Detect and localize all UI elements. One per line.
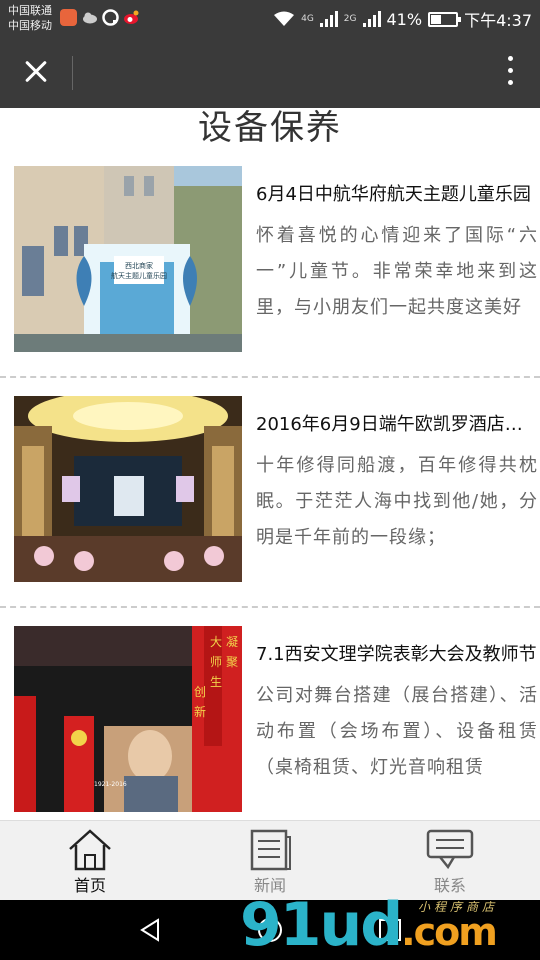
article-item[interactable]: 1921-2016 大 师 生 凝 聚 创 新 7.1西安文理学院表彰大会及教师… [0,608,540,820]
close-button[interactable] [18,54,54,90]
heart-app-icon [60,9,77,26]
section-title: 设备保养 [198,108,342,148]
carrier-2: 中国移动 [8,19,52,32]
watermark-suffix: .com [401,910,498,954]
svg-text:航天主题儿童乐园: 航天主题儿童乐园 [111,271,167,280]
status-right: 4G 2G 41% 下午4:37 [273,7,532,31]
back-button[interactable] [136,916,164,944]
title-divider [72,56,73,90]
nav-home[interactable]: 首页 [0,821,180,900]
article-item[interactable]: 2016年6月9日端午欧凯罗酒店婚礼 十年修得同船渡，百年修得共枕眠。于茫茫人海… [0,378,540,608]
network-type-1: 4G [301,14,314,24]
nav-contact[interactable]: 联系 [360,821,540,900]
qq-browser-icon [102,9,119,26]
svg-text:西北商家: 西北商家 [125,261,153,270]
svg-text:师: 师 [210,655,222,669]
weibo-icon [123,9,140,26]
cloud-icon [81,9,98,26]
svg-text:大: 大 [210,635,222,649]
home-icon [69,829,111,871]
status-bar: 中国联通 中国移动 4G 2G 41% 下午4:37 [0,0,540,36]
nav-news[interactable]: 新闻 [180,821,360,900]
wifi-icon [274,11,295,26]
signal-bars-1-icon [319,11,338,27]
bottom-nav: 首页 新闻 联系 [0,820,540,900]
article-title[interactable]: 2016年6月9日端午欧凯罗酒店婚礼 [256,410,538,436]
svg-text:聚: 聚 [226,655,238,669]
chat-icon [426,829,474,870]
nav-label-home: 首页 [73,876,106,895]
clock: 下午4:37 [464,11,532,30]
article-description: 怀着喜悦的心情迎来了国际“六一”儿童节。非常荣幸地来到这里，与小朋友们一起共度这… [256,225,538,318]
article-title[interactable]: 6月4日中航华府航天主题儿童乐园 [256,180,538,206]
notification-icons [60,9,140,26]
carrier-1: 中国联通 [8,4,52,17]
article-thumbnail[interactable]: 1921-2016 大 师 生 凝 聚 创 新 [14,626,242,812]
signal-bars-2-icon [362,11,381,27]
watermark-main: 91ud [240,890,403,960]
back-triangle-icon [140,918,159,942]
article-description: 十年修得同船渡，百年修得共枕眠。于茫茫人海中找到他/她，分明是千年前的一段缘； [256,455,538,548]
more-options-button[interactable] [504,56,516,88]
watermark-subtitle: 小程序商店 [418,900,499,914]
svg-text:创: 创 [194,685,206,699]
battery-fill [431,14,442,24]
article-item[interactable]: 西北商家 航天主题儿童乐园 6月4日中航华府航天主题儿童乐园 怀着喜悦的心情迎来… [0,148,540,378]
svg-text:1921-2016: 1921-2016 [94,781,127,788]
article-thumbnail[interactable]: 西北商家 航天主题儿童乐园 [14,166,242,352]
battery-percent: 41% [386,9,423,29]
article-list[interactable]: 设备保养 西北商家 航天主题儿童乐园 6月4日中航华府航天主题儿童乐园 怀着喜悦… [0,108,540,820]
svg-text:生: 生 [210,675,222,689]
network-type-2: 2G [343,14,357,24]
news-icon [250,829,291,871]
carrier-info: 中国联通 中国移动 [8,3,52,33]
article-thumbnail[interactable] [14,396,242,582]
article-title[interactable]: 7.1西安文理学院表彰大会及教师节 [256,640,538,666]
svg-text:凝: 凝 [226,634,238,649]
svg-text:新: 新 [194,704,206,719]
title-bar [0,36,540,108]
battery-icon [428,11,462,27]
article-description: 公司对舞台搭建（展台搭建）、活动布置（会场布置）、设备租赁（桌椅租赁、灯光音响租… [256,685,538,778]
